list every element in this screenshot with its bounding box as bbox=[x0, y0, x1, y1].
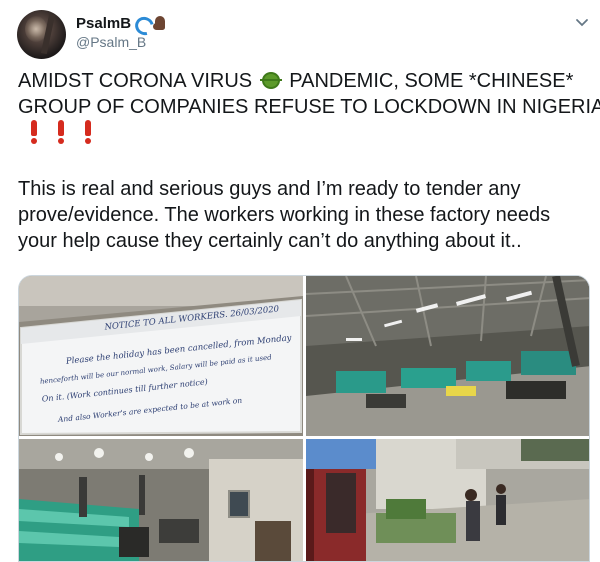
display-name[interactable]: PsalmB bbox=[76, 15, 131, 32]
headline-line-2: GROUP OF COMPANIES REFUSE TO LOCKDOWN IN… bbox=[18, 96, 600, 118]
author-name-row[interactable]: PsalmB bbox=[76, 14, 168, 32]
photo-production-line[interactable] bbox=[19, 439, 303, 561]
photo-factory-yard[interactable] bbox=[306, 439, 589, 561]
photo-factory-floor[interactable] bbox=[306, 276, 589, 436]
exclamation-row bbox=[30, 120, 92, 144]
body-line: This is real and serious guys and I’m re… bbox=[18, 178, 521, 200]
water-wave-icon bbox=[134, 16, 150, 30]
user-handle[interactable]: @Psalm_B bbox=[76, 34, 146, 50]
exclamation-icon bbox=[84, 120, 92, 144]
avatar[interactable] bbox=[17, 10, 66, 59]
headline-line-1: AMIDST CORONA VIRUS PANDEMIC, SOME *CHIN… bbox=[18, 70, 574, 92]
microbe-icon bbox=[259, 70, 282, 90]
media-grid: NOTICE TO ALL WORKERS. 26/03/2020 Please… bbox=[18, 275, 590, 562]
tweet-card: PsalmB @Psalm_B AMIDST CORONA VIRUS PAND… bbox=[0, 0, 600, 562]
exclamation-icon bbox=[30, 120, 38, 144]
body-line: prove/evidence. The workers working in t… bbox=[18, 204, 551, 226]
exclamation-icon bbox=[57, 120, 65, 144]
chevron-down-icon[interactable] bbox=[575, 18, 589, 28]
body-line: your help cause they certainly can’t do … bbox=[18, 230, 522, 252]
tweet-body: This is real and serious guys and I’m re… bbox=[18, 176, 590, 254]
flexed-biceps-icon bbox=[152, 16, 168, 30]
tweet-headline: AMIDST CORONA VIRUS PANDEMIC, SOME *CHIN… bbox=[18, 68, 600, 120]
photo-whiteboard[interactable]: NOTICE TO ALL WORKERS. 26/03/2020 Please… bbox=[19, 276, 303, 436]
